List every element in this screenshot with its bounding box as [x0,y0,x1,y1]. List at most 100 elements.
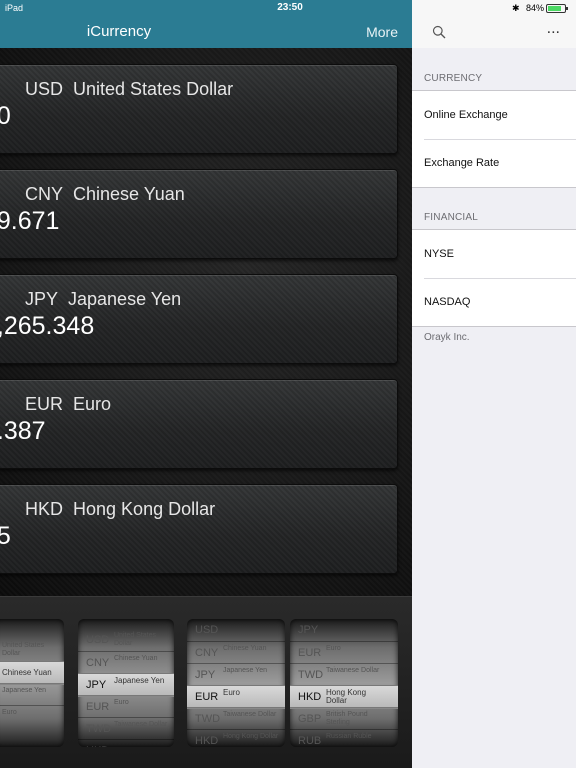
currency-list[interactable]: USD United States Dollar 00 CNY Chinese Yu… [0,48,412,596]
picker-option[interactable]: HKD [78,739,174,747]
currency-fullname: Hong Kong Dollar [73,499,216,519]
currency-card-cny[interactable]: CNY Chinese Yuan 39.671 [0,169,398,259]
status-time: 23:50 [277,2,303,13]
picker-option-desc: Chinese Yuan [2,668,52,677]
picker-option[interactable]: TWD Taiwanese Dollar [290,663,398,686]
menu-item-online-exchange[interactable]: Online Exchange [412,91,576,139]
section-header-financial: FINANCIAL [424,212,479,223]
currency-amount[interactable]: 75 [0,522,19,551]
picker-option-desc: British Pound Sterling [326,711,368,726]
picker-option-desc: Chinese Yuan [223,645,267,652]
currency-card-usd[interactable]: USD United States Dollar 00 [0,64,398,154]
picker-option-desc: Euro [326,645,341,652]
menu-item-exchange-rate[interactable]: Exchange Rate [412,139,576,187]
picker-option[interactable]: RUB Russian Ruble [290,729,398,747]
menu-item-nasdaq[interactable]: NASDAQ [412,278,576,326]
picker-option-code: TWD [298,669,324,681]
picker-option[interactable]: TWD Taiwanese Dollar [187,707,285,730]
currency-card-eur[interactable]: EUR Euro 4.387 [0,379,398,469]
currency-fullname: Chinese Yuan [73,184,185,204]
currency-card-jpy[interactable]: JPY Japanese Yen 2,265.348 [0,274,398,364]
picker-option-desc: United States Dollar [114,632,157,647]
picker-option-desc: Japanese Yen [114,676,165,685]
battery-percent: 84% [526,3,545,13]
picker-wheel-1[interactable]: United States Dollar Chinese Yuan Japanese… [0,619,64,747]
amount-value: 2,265.348 [0,312,95,340]
currency-code: JPY [25,289,59,309]
picker-option[interactable]: Japanese Yen [0,683,64,706]
amount-value: 39.671 [0,207,60,235]
picker-option[interactable]: JPY [290,619,398,641]
picker-option-code: USD [195,624,219,636]
search-icon[interactable] [432,25,446,39]
picker-option[interactable]: JPY Japanese Yen [187,663,285,686]
picker-option-desc: Euro [2,709,17,716]
footer-company: Orayk Inc. [424,332,470,343]
picker-option[interactable]: CNY Chinese Yuan [78,651,174,674]
currency-fullname: Japanese Yen [68,289,182,309]
status-bar-left: iPad 23:50 [0,0,412,16]
picker-option[interactable]: HKD Hong Kong Dollar [290,685,398,709]
side-menu-toolbar: ... [412,16,576,48]
picker-option[interactable]: USD [187,619,285,641]
picker-wheel-2[interactable]: USD United States Dollar CNY Chinese Yuan JP… [78,619,174,747]
picker-option[interactable]: USD United States Dollar [78,629,174,651]
picker-wheel-3[interactable]: USD CNY Chinese Yuan JPY Japanese Yen EUR Euro… [187,619,285,747]
currency-name: CNY Chinese Yuan [25,184,185,205]
carrier-label: iPad [5,3,24,13]
picker-option[interactable]: EUR Euro [290,641,398,664]
picker-option[interactable]: EUR Euro [78,695,174,718]
currency-name: EUR Euro [25,394,111,415]
picker-wheel-4[interactable]: JPY EUR Euro TWD Taiwanese Dollar HKD Hong Kon… [290,619,398,747]
picker-option[interactable]: HKD Hong Kong Dollar [187,729,285,747]
currency-amount[interactable]: 39.671 [0,207,67,236]
currency-code: EUR [25,394,64,414]
currency-amount[interactable]: 00 [0,102,19,131]
more-button[interactable]: More [366,24,398,40]
picker-option[interactable]: TWD Taiwanese Dollar [78,717,174,740]
currency-app: iPad 23:50 iCurrency More USD United Stat… [0,0,412,768]
menu-item-nyse[interactable]: NYSE [412,230,576,278]
picker-option[interactable]: United States Dollar [0,639,64,661]
currency-name: HKD Hong Kong Dollar [25,499,215,520]
currency-amount[interactable]: 2,265.348 [0,312,102,341]
picker-option-desc: United States Dollar [2,642,45,657]
currency-name: JPY Japanese Yen [25,289,181,310]
currency-card-hkd[interactable]: HKD Hong Kong Dollar 75 [0,484,398,574]
picker-option-code: EUR [195,691,219,703]
currency-code: HKD [25,499,64,519]
picker-option-code: EUR [86,701,110,713]
picker-option[interactable]: Chinese Yuan [0,661,64,685]
ellipsis-menu-icon[interactable]: ... [547,20,560,38]
currency-code: CNY [25,184,64,204]
picker-option[interactable]: GBP British Pound Sterling [290,707,398,730]
picker-option-code: RUB [298,735,322,747]
picker-option[interactable]: EUR Euro [187,685,285,709]
picker-option-desc: Euro [223,688,240,697]
picker-option-code: TWD [86,723,112,735]
picker-option[interactable]: JPY Japanese Yen [78,673,174,697]
picker-option-code: JPY [298,624,319,636]
picker-option-desc: Taiwanese Dollar [326,667,380,674]
picker-option-code: EUR [298,647,322,659]
amount-value: 75 [0,522,11,550]
picker-option-desc: Japanese Yen [223,667,267,674]
battery-nub [566,7,568,10]
picker-option-code: HKD [195,735,219,747]
picker-option[interactable]: CNY Chinese Yuan [187,641,285,664]
picker-option-desc: Hong Kong Dollar [326,688,367,705]
picker-option-code: JPY [195,669,216,681]
amount-value: 00 [0,102,11,130]
currency-amount[interactable]: 4.387 [0,417,54,446]
picker-option[interactable]: Euro [0,705,64,728]
picker-option-desc: Taiwanese Dollar [114,721,168,728]
picker-option-code: JPY [86,679,107,691]
picker-option-desc: Chinese Yuan [114,655,158,662]
picker-option-code: HKD [298,691,322,703]
picker-option-desc: Hong Kong Dollar [223,733,279,740]
financial-menu-group: NYSE NASDAQ [412,229,576,327]
battery-icon [546,4,568,13]
nav-bar: iCurrency More [0,16,412,48]
picker-option-code: CNY [86,657,110,669]
currency-fullname: United States Dollar [73,79,234,99]
